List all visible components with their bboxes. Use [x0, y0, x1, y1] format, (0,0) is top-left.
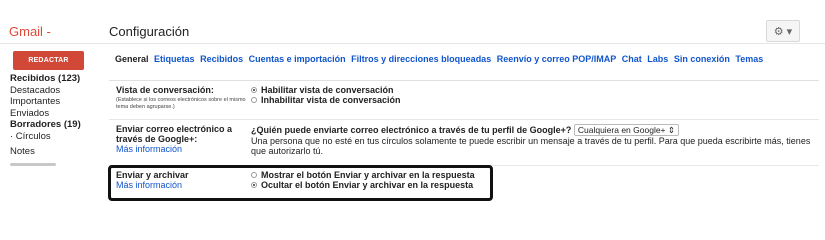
sidebar-item-starred[interactable]: Destacados [10, 85, 100, 97]
sidebar-item-important[interactable]: Importantes [10, 96, 100, 108]
send-archive-label: Enviar y archivar [116, 170, 189, 180]
google-plus-question: ¿Quién puede enviarte correo electrónico… [251, 125, 572, 135]
sidebar: Recibidos (123) Destacados Importantes E… [10, 73, 100, 169]
hide-send-archive-option[interactable]: Ocultar el botón Enviar y archivar en la… [251, 180, 816, 190]
conversation-view-note: (Establece si los correos electrónicos s… [116, 97, 246, 110]
tab-inbox[interactable]: Recibidos [200, 54, 243, 64]
blurred-label [10, 163, 56, 167]
sidebar-item-drafts[interactable]: Borradores (19) [10, 119, 100, 131]
top-bar: Gmail - Configuración ⚙ ▾ [0, 0, 825, 44]
option-label: Inhabilitar vista de conversación [261, 95, 401, 105]
more-info-link[interactable]: Más información [116, 144, 246, 154]
radio-button[interactable] [251, 181, 257, 188]
google-plus-select[interactable]: Cualquiera en Google+ ⇕ [573, 124, 680, 136]
tab-labels[interactable]: Etiquetas [154, 54, 195, 64]
radio-button[interactable] [251, 86, 257, 93]
page-title: Configuración [109, 24, 190, 39]
setting-options: Mostrar el botón Enviar y archivar en la… [251, 170, 816, 190]
more-info-link[interactable]: Más información [116, 180, 246, 190]
google-plus-email-setting: Enviar correo electrónico a través de Go… [109, 120, 819, 166]
option-label: Habilitar vista de conversación [261, 85, 394, 95]
setting-options: ¿Quién puede enviarte correo electrónico… [251, 124, 816, 156]
tab-offline[interactable]: Sin conexión [674, 54, 730, 64]
disable-conversation-option[interactable]: Inhabilitar vista de conversación [251, 95, 816, 105]
conversation-view-setting: Vista de conversación: (Establece si los… [109, 81, 819, 120]
radio-button[interactable] [251, 171, 257, 178]
sidebar-item-sent[interactable]: Enviados [10, 108, 100, 120]
sidebar-item-circles[interactable]: · Círculos [10, 131, 100, 143]
enable-conversation-option[interactable]: Habilitar vista de conversación [251, 85, 816, 95]
option-label: Mostrar el botón Enviar y archivar en la… [261, 170, 475, 180]
tab-themes[interactable]: Temas [735, 54, 763, 64]
tab-accounts[interactable]: Cuentas e importación [249, 54, 346, 64]
tab-forwarding[interactable]: Reenvío y correo POP/IMAP [497, 54, 617, 64]
send-archive-setting: Enviar y archivar Más información Mostra… [109, 166, 819, 199]
show-send-archive-option[interactable]: Mostrar el botón Enviar y archivar en la… [251, 170, 816, 180]
tab-labs[interactable]: Labs [647, 54, 668, 64]
radio-button[interactable] [251, 96, 257, 103]
gmail-menu-button[interactable]: Gmail - [9, 24, 51, 39]
google-plus-description: Una persona que no esté en tus círculos … [251, 136, 811, 156]
tab-general[interactable]: General [115, 54, 149, 64]
sidebar-item-inbox[interactable]: Recibidos (123) [10, 73, 100, 85]
setting-label: Enviar y archivar Más información [116, 170, 246, 190]
settings-gear-button[interactable]: ⚙ ▾ [766, 20, 800, 42]
sidebar-item-blurred[interactable] [10, 158, 100, 170]
setting-label: Vista de conversación: (Establece si los… [116, 85, 246, 111]
compose-button[interactable]: REDACTAR [13, 51, 84, 70]
setting-label: Enviar correo electrónico a través de Go… [116, 124, 246, 154]
conversation-view-label: Vista de conversación: [116, 85, 214, 95]
gear-icon: ⚙ ▾ [773, 25, 793, 38]
tab-filters[interactable]: Filtros y direcciones bloqueadas [351, 54, 491, 64]
google-plus-label: Enviar correo electrónico a través de Go… [116, 124, 233, 144]
sidebar-item-notes[interactable]: Notes [10, 146, 100, 158]
tab-chat[interactable]: Chat [622, 54, 642, 64]
settings-tabs: General Etiquetas Recibidos Cuentas e im… [115, 53, 815, 66]
option-label: Ocultar el botón Enviar y archivar en la… [261, 180, 474, 190]
setting-options: Habilitar vista de conversación Inhabili… [251, 85, 816, 105]
